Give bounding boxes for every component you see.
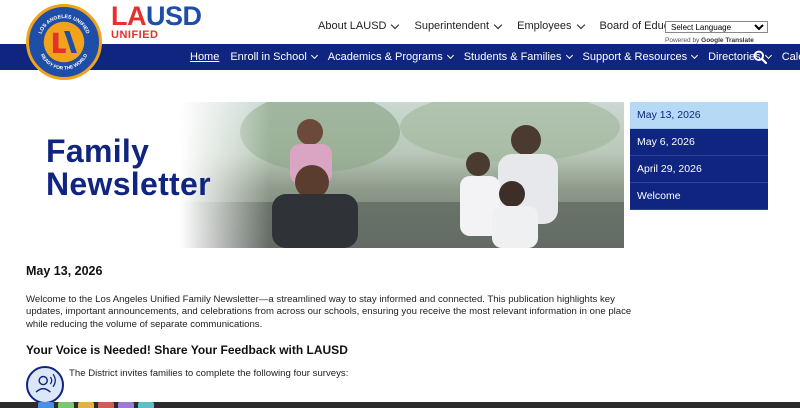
powered-by-google: Powered by Google Translate <box>665 37 754 44</box>
feedback-heading: Your Voice is Needed! Share Your Feedbac… <box>26 343 348 358</box>
nav-home[interactable]: Home <box>190 51 219 63</box>
utility-nav: About LAUSD Superintendent Employees Boa… <box>318 20 721 32</box>
newsletter-issue-list: May 13, 2026 May 6, 2026 April 29, 2026 … <box>630 102 768 210</box>
search-icon[interactable] <box>753 50 768 65</box>
chevron-down-icon <box>446 51 454 60</box>
newsletter-hero: Family Newsletter <box>0 102 624 248</box>
site-header: LAUSD UNIFIED About LAUSD Superintendent… <box>0 0 800 44</box>
wordmark-la: LA <box>111 1 147 31</box>
chevron-down-icon <box>576 20 585 29</box>
chevron-down-icon <box>565 51 573 60</box>
article-intro: Welcome to the Los Angeles Unified Famil… <box>26 294 632 330</box>
nav-enroll[interactable]: Enroll in School <box>230 51 318 63</box>
nav-support[interactable]: Support & Resources <box>583 51 699 63</box>
issue-link-april-29[interactable]: April 29, 2026 <box>630 156 768 183</box>
topnav-about[interactable]: About LAUSD <box>318 20 400 32</box>
seal-graphic: LOS ANGELES UNIFIED READY FOR THE WORLD <box>38 14 91 72</box>
article-date: May 13, 2026 <box>26 264 103 278</box>
chevron-down-icon <box>310 51 318 60</box>
survey-intro: The District invites families to complet… <box>26 366 626 406</box>
chevron-down-icon <box>691 51 699 60</box>
lausd-wordmark[interactable]: LAUSD UNIFIED <box>111 1 202 42</box>
dock-app-icon[interactable] <box>118 402 134 408</box>
hero-title: Family Newsletter <box>46 133 211 202</box>
feedback-speaker-icon <box>26 366 64 404</box>
topnav-employees[interactable]: Employees <box>517 20 585 32</box>
chevron-down-icon <box>391 20 400 29</box>
nav-calendars[interactable]: Calendars <box>782 51 800 63</box>
dock-icons <box>38 402 158 408</box>
wordmark-usd: USD <box>146 1 202 31</box>
dock-app-icon[interactable] <box>38 402 54 408</box>
language-selector: Select Language Powered by Google Transl… <box>665 17 768 44</box>
dock-app-icon[interactable] <box>58 402 74 408</box>
dock-app-icon[interactable] <box>98 402 114 408</box>
issue-link-may-6[interactable]: May 6, 2026 <box>630 129 768 156</box>
issue-link-may-13[interactable]: May 13, 2026 <box>630 102 768 129</box>
newsletter-article: May 13, 2026 Welcome to the Los Angeles … <box>26 264 636 357</box>
main-nav: Home Enroll in School Academics & Progra… <box>0 44 800 70</box>
lausd-seal-logo[interactable]: LOS ANGELES UNIFIED READY FOR THE WORLD <box>26 4 102 80</box>
survey-intro-text: The District invites families to complet… <box>69 368 349 379</box>
topnav-superintendent[interactable]: Superintendent <box>414 20 503 32</box>
chevron-down-icon <box>493 20 503 29</box>
dock-app-icon[interactable] <box>138 402 154 408</box>
nav-students-families[interactable]: Students & Families <box>464 51 573 63</box>
dock-app-icon[interactable] <box>78 402 94 408</box>
language-select[interactable]: Select Language <box>665 21 768 33</box>
nav-academics[interactable]: Academics & Programs <box>328 51 454 63</box>
issue-link-welcome[interactable]: Welcome <box>630 183 768 210</box>
